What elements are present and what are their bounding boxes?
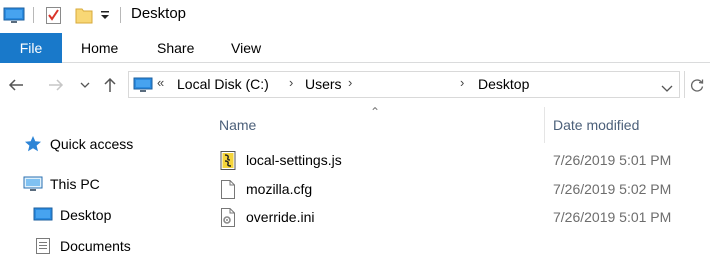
file-date-modified: 7/26/2019 5:02 PM — [553, 181, 672, 197]
refresh-button[interactable] — [690, 78, 704, 97]
sort-ascending-icon: ⌃ — [370, 105, 381, 119]
nav-this-pc[interactable]: This PC — [22, 175, 100, 193]
breadcrumb-users[interactable]: Users — [305, 76, 342, 92]
this-pc-icon[interactable] — [3, 7, 25, 29]
column-header-name[interactable]: Name — [219, 117, 256, 133]
address-dropdown-button[interactable] — [661, 80, 673, 98]
documents-icon — [32, 237, 54, 255]
customize-toolbar-icon[interactable] — [100, 8, 110, 27]
this-pc-icon — [133, 77, 153, 98]
chevron-down-icon — [80, 82, 90, 88]
file-row[interactable]: override.ini 7/26/2019 5:01 PM — [205, 205, 710, 231]
breadcrumb-separator[interactable]: › — [289, 75, 293, 90]
nav-desktop[interactable]: Desktop — [32, 206, 111, 224]
tab-file[interactable]: File — [0, 33, 62, 63]
navigation-pane: Quick access This PC Desktop Documents — [0, 107, 205, 267]
tab-view[interactable]: View — [231, 33, 261, 63]
navigation-bar: « Local Disk (C:) › Users › › Desktop — [0, 63, 710, 107]
column-header-date-modified[interactable]: Date modified — [553, 117, 639, 133]
refresh-icon — [690, 79, 704, 92]
toolbar-separator — [33, 7, 34, 23]
up-button[interactable] — [98, 73, 122, 97]
nav-label: Quick access — [50, 136, 134, 152]
forward-arrow-icon — [49, 79, 64, 91]
script-file-icon — [219, 150, 237, 176]
breadcrumb-desktop[interactable]: Desktop — [478, 76, 529, 92]
forward-button[interactable] — [44, 73, 68, 97]
address-overflow[interactable]: « — [157, 75, 164, 90]
toolbar-separator — [120, 7, 121, 23]
address-bar[interactable]: « Local Disk (C:) › Users › › Desktop — [128, 71, 680, 98]
file-row[interactable]: local-settings.js 7/26/2019 5:01 PM — [205, 148, 710, 174]
up-arrow-icon — [104, 77, 116, 92]
nav-quick-access[interactable]: Quick access — [22, 135, 133, 153]
ribbon: File Home Share View — [0, 33, 710, 63]
properties-icon[interactable] — [45, 5, 63, 30]
back-button[interactable] — [4, 73, 28, 97]
window-title: Desktop — [131, 5, 187, 22]
desktop-icon — [32, 206, 54, 224]
file-name: local-settings.js — [246, 152, 342, 168]
nav-label: Documents — [60, 238, 131, 254]
this-pc-icon — [22, 175, 44, 193]
settings-file-icon — [219, 207, 237, 233]
star-icon — [22, 135, 44, 153]
title-bar: Desktop — [0, 0, 710, 30]
tab-share[interactable]: Share — [157, 33, 194, 63]
back-arrow-icon — [8, 79, 23, 91]
column-divider[interactable] — [544, 107, 545, 143]
file-name: mozilla.cfg — [246, 181, 313, 197]
file-row[interactable]: mozilla.cfg 7/26/2019 5:02 PM — [205, 177, 710, 203]
file-list: ⌃ Name Date modified local-settings.js 7… — [205, 105, 710, 267]
breadcrumb-separator[interactable]: › — [460, 75, 464, 90]
new-folder-icon[interactable] — [75, 5, 93, 30]
blank-file-icon — [219, 179, 237, 205]
nav-label: This PC — [50, 176, 100, 192]
file-name: override.ini — [246, 209, 315, 225]
file-date-modified: 7/26/2019 5:01 PM — [553, 209, 672, 225]
breadcrumb-separator[interactable]: › — [348, 75, 352, 90]
file-date-modified: 7/26/2019 5:01 PM — [553, 152, 672, 168]
breadcrumb-local-disk[interactable]: Local Disk (C:) — [177, 76, 269, 92]
nav-label: Desktop — [60, 207, 112, 223]
chevron-down-icon — [661, 85, 673, 92]
recent-locations-button[interactable] — [73, 73, 97, 97]
tab-home[interactable]: Home — [81, 33, 118, 63]
divider — [684, 71, 685, 98]
nav-documents[interactable]: Documents — [32, 237, 131, 255]
